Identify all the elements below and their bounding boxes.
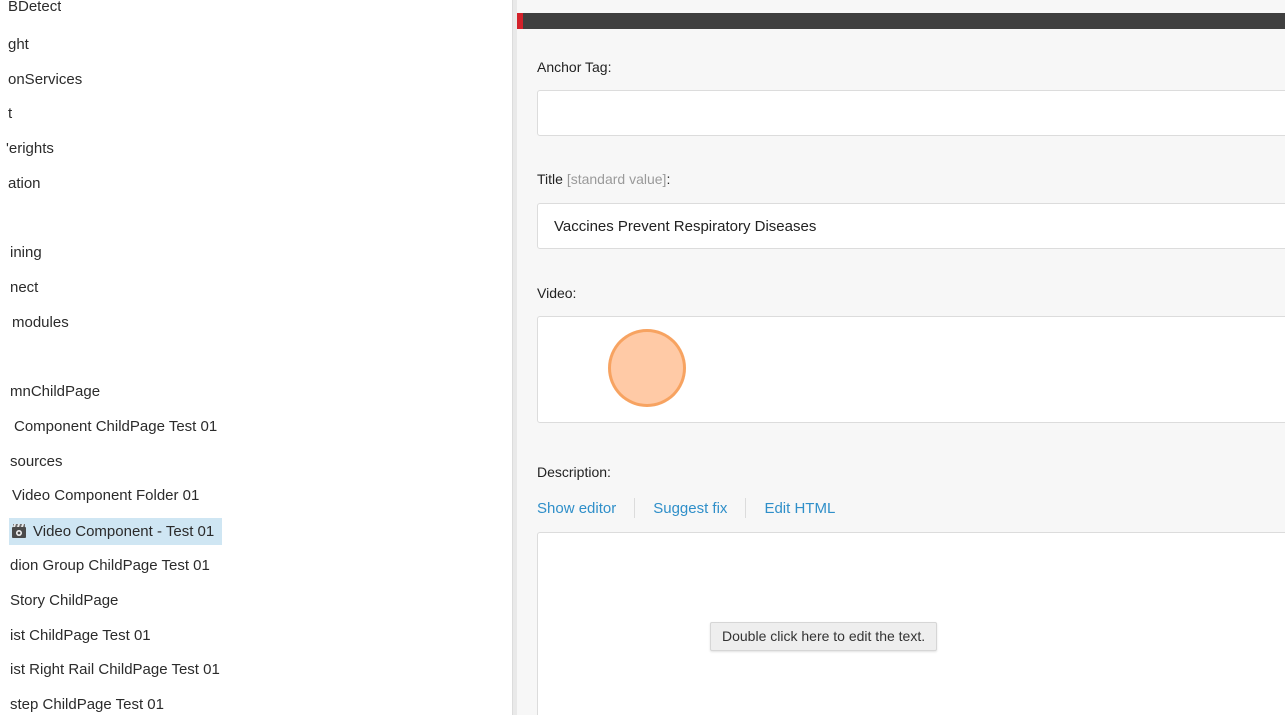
tree-item[interactable]: Story ChildPage [10, 589, 118, 613]
tree-item-label: ist Right Rail ChildPage Test 01 [10, 661, 220, 678]
tree-item-selected[interactable]: Video Component - Test 01 [9, 518, 223, 545]
link-divider [745, 498, 747, 518]
content-tree[interactable]: BDetect ght onServices t 'erights ation … [0, 0, 512, 715]
tree-item-label: Story ChildPage [10, 592, 119, 609]
anchor-tag-input[interactable] [537, 90, 1285, 136]
tree-item[interactable]: ation [8, 172, 41, 196]
tree-item-label: BDetect [8, 0, 62, 15]
tree-item[interactable]: modules [12, 311, 69, 335]
section-accent-marker [517, 13, 523, 29]
tree-item[interactable]: Video Component Folder 01 [12, 484, 199, 508]
title-input[interactable] [537, 203, 1285, 249]
content-editor-page: BDetect ght onServices t 'erights ation … [0, 0, 1285, 715]
tree-item[interactable]: step ChildPage Test 01 [10, 693, 164, 715]
tree-item-label: 'erights [6, 140, 54, 157]
tree-item[interactable]: 'erights [6, 137, 54, 161]
video-label: Video: [537, 285, 577, 301]
title-label-suffix: : [666, 171, 671, 187]
title-label-text: Title [537, 171, 563, 187]
tree-item-label: ght [8, 36, 29, 53]
tree-item[interactable]: ist Right Rail ChildPage Test 01 [10, 658, 220, 682]
tree-item-label: t [8, 105, 13, 122]
tree-item-label: ation [8, 175, 41, 192]
title-label: Title [standard value]: [537, 171, 670, 187]
tree-item[interactable]: Component ChildPage Test 01 [14, 415, 217, 439]
tree-item-label: dion Group ChildPage Test 01 [10, 557, 210, 574]
tree-item-label: modules [12, 314, 69, 331]
link-divider [634, 498, 636, 518]
tree-item[interactable]: dion Group ChildPage Test 01 [10, 554, 210, 578]
tree-item[interactable]: ining [10, 241, 42, 265]
tree-item[interactable]: nect [10, 276, 38, 300]
suggest-fix-link[interactable]: Suggest fix [653, 500, 727, 517]
tree-item-label: sources [10, 453, 63, 470]
edit-text-hint: Double click here to edit the text. [710, 622, 938, 651]
tree-item-label: Component ChildPage Test 01 [14, 418, 218, 435]
tree-item-label: ining [10, 244, 42, 261]
tree-item-label: ist ChildPage Test 01 [10, 627, 151, 644]
description-label: Description: [537, 464, 611, 480]
tree-item[interactable]: onServices [8, 68, 82, 92]
show-editor-link[interactable]: Show editor [537, 500, 616, 517]
tree-item-label: step ChildPage Test 01 [10, 696, 164, 713]
click-indicator [608, 329, 686, 407]
section-header-bar[interactable] [517, 13, 1285, 29]
tree-item[interactable]: BDetect [8, 0, 61, 16]
tree-item-label: mnChildPage [10, 383, 101, 400]
tree-item[interactable]: ght [8, 33, 29, 57]
standard-value-note: [standard value] [566, 171, 667, 187]
tree-item-label: onServices [8, 71, 83, 88]
tree-item[interactable]: sources [10, 450, 63, 474]
edit-html-link[interactable]: Edit HTML [764, 500, 835, 517]
video-component-icon [11, 521, 27, 538]
tree-item[interactable]: ist ChildPage Test 01 [10, 624, 151, 648]
tree-item-label: Video Component - Test 01 [33, 523, 215, 540]
tree-item[interactable]: t [8, 102, 12, 126]
tree-item-label: nect [10, 279, 39, 296]
anchor-tag-label: Anchor Tag: [537, 59, 612, 75]
tree-item[interactable]: mnChildPage [10, 380, 100, 404]
tree-item-label: Video Component Folder 01 [12, 487, 200, 504]
description-toolbar: Show editor Suggest fix Edit HTML [537, 496, 835, 520]
item-editor: Anchor Tag: Title [standard value]: Vide… [517, 0, 1285, 715]
